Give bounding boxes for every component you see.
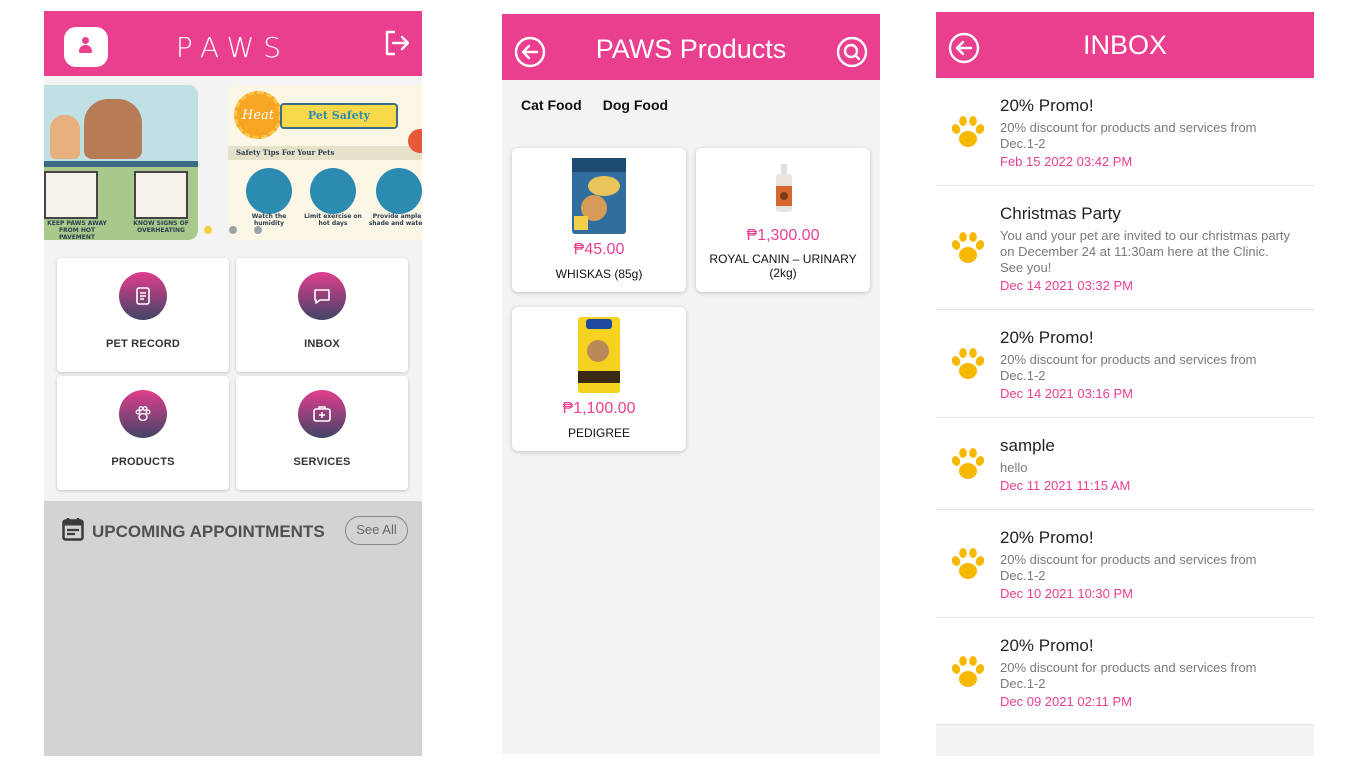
shampoo-bottle-image [776,164,792,212]
water-bowl-icon [376,168,422,214]
inbox-label: INBOX [304,338,340,350]
product-name: PEDIGREE [567,426,630,440]
message-body: You and your pet are invited to our chri… [1000,228,1291,275]
paw-tile-illustration [44,171,98,219]
product-name: WHISKAS (85g) [555,267,643,281]
paw-icon [950,114,986,154]
chat-icon [298,272,346,320]
paw-icon [950,654,986,694]
pet-safety-label: Pet Safety [307,109,371,122]
tip-caption: Limit exercise on hot days [304,213,362,227]
thermometer-icon [246,168,292,214]
home-screen: PAWS KEEP PAWS AWAY FROM HOT PAVEMENT KN… [44,11,422,756]
message-item[interactable]: sample hello Dec 11 2021 11:15 AM [936,418,1314,510]
product-card[interactable]: ₱1,300.00 ROYAL CANIN – URINARY (2kg) [696,148,870,292]
product-card[interactable]: ₱1,100.00 PEDIGREE [512,307,686,451]
inbox-screen: INBOX 20% Promo! 20% discount for product… [936,12,1314,756]
banner-caption: KEEP PAWS AWAY FROM HOT PAVEMENT [47,220,107,240]
dog-illustration [84,99,142,159]
inbox-title: INBOX [1082,30,1168,60]
product-name: ROYAL CANIN – URINARY (2kg) [709,252,857,280]
message-item[interactable]: 20% Promo! 20% discount for products and … [936,310,1314,418]
message-title: 20% Promo! [1000,328,1094,347]
overheating-tile-illustration [134,171,188,219]
products-title: PAWS Products [595,34,787,64]
product-price: ₱1,100.00 [562,400,636,417]
cat-icon [310,168,356,214]
products-label: PRODUCTS [111,456,175,468]
message-item[interactable]: Christmas Party You and your pet are invi… [936,186,1314,310]
message-date: Dec 14 2021 03:32 PM [1000,278,1133,293]
cat-illustration [50,115,80,159]
products-tile[interactable]: PRODUCTS [57,376,229,490]
see-all-button[interactable]: See All [345,516,408,545]
pet-record-tile[interactable]: PET RECORD [57,258,229,372]
tab-cat-food[interactable]: Cat Food [521,97,582,113]
sun-icon: Heat [234,91,282,139]
message-date: Dec 11 2021 11:15 AM [1000,478,1131,493]
banner-pet-safety[interactable]: Heat Pet Safety Safety Tips For Your Pet… [228,85,422,240]
message-title: sample [1000,436,1055,455]
inbox-tile[interactable]: INBOX [236,258,408,372]
banner-carousel[interactable]: KEEP PAWS AWAY FROM HOT PAVEMENT KNOW SI… [44,76,422,251]
paw-icon [119,390,167,438]
message-date: Dec 14 2021 03:16 PM [1000,386,1133,401]
calendar-icon [62,518,84,541]
message-title: 20% Promo! [1000,528,1094,547]
message-body: 20% discount for products and services f… [1000,552,1257,583]
paw-icon [950,446,986,486]
products-header: PAWS Products [502,14,880,80]
product-card[interactable]: ₱45.00 WHISKAS (85g) [512,148,686,292]
pet-safety-tag: Pet Safety [280,103,398,129]
tip-caption: Provide ample shade and water [368,213,422,227]
banner-caption: KNOW SIGNS OF OVERHEATING [133,220,189,234]
app-title: PAWS [175,31,291,64]
carousel-dot[interactable] [254,226,262,234]
product-price: ₱45.00 [573,241,625,258]
tab-dog-food[interactable]: Dog Food [603,97,668,113]
sun-text: Heat [241,108,274,123]
paw-icon [950,346,986,386]
message-title: 20% Promo! [1000,636,1094,655]
logout-icon[interactable] [384,29,410,57]
message-body: hello [1000,460,1028,475]
carousel-dot[interactable] [229,226,237,234]
inbox-header: INBOX [936,12,1314,78]
carousel-dot-active[interactable] [204,226,212,234]
products-screen: PAWS Products Cat Food Dog Food ₱45.00 W… [502,14,880,754]
message-title: Christmas Party [1000,204,1121,223]
services-label: SERVICES [293,456,351,468]
pet-record-label: PET RECORD [105,338,181,350]
banner-hot-pavement[interactable]: KEEP PAWS AWAY FROM HOT PAVEMENT KNOW SI… [44,85,198,240]
services-tile[interactable]: SERVICES [236,376,408,490]
upcoming-appointments-section: UPCOMING APPOINTMENTS See All [44,501,422,756]
message-date: Dec 09 2021 02:11 PM [1000,694,1133,709]
safety-tips-subtitle: Safety Tips For Your Pets [236,148,335,157]
document-icon [119,272,167,320]
product-price: ₱1,300.00 [746,227,820,244]
medical-kit-icon [298,390,346,438]
home-header: PAWS [44,11,422,76]
dog-food-bag-image [578,317,620,393]
message-item[interactable]: 20% Promo! 20% discount for products and … [936,78,1314,186]
message-date: Dec 10 2021 10:30 PM [1000,586,1133,601]
message-date: Feb 15 2022 03:42 PM [1000,154,1133,169]
appointments-title: UPCOMING APPOINTMENTS [92,522,325,541]
message-body: 20% discount for products and services f… [1000,120,1257,151]
message-body: 20% discount for products and services f… [1000,660,1257,691]
cat-food-bag-image [572,158,626,234]
message-item[interactable]: 20% Promo! 20% discount for products and … [936,618,1314,725]
message-body: 20% discount for products and services f… [1000,352,1257,383]
paw-icon [950,230,986,270]
message-item[interactable]: 20% Promo! 20% discount for products and … [936,510,1314,618]
message-title: 20% Promo! [1000,96,1094,115]
category-tabs: Cat Food Dog Food [521,95,684,114]
paw-icon [950,546,986,586]
tip-caption: Watch the humidity [251,213,287,227]
search-icon[interactable] [836,36,868,68]
